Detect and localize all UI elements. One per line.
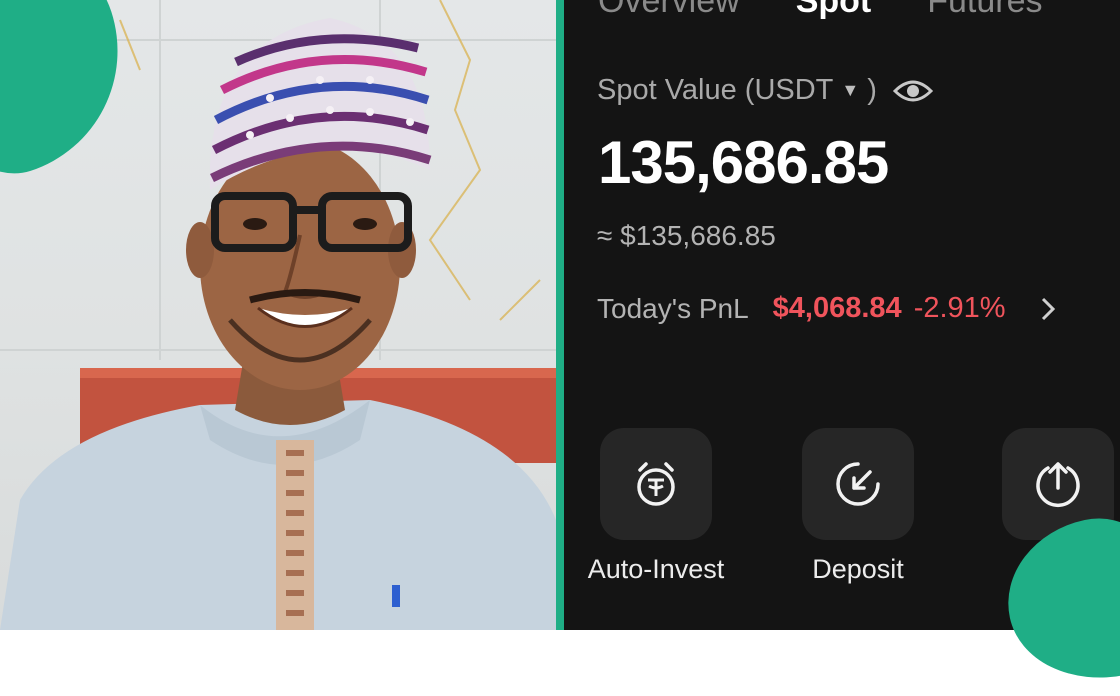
- panel-divider: [556, 0, 564, 630]
- deposit-label: Deposit: [812, 554, 904, 584]
- spot-balance-value: 135,686.85: [598, 129, 889, 196]
- pnl-label: Today's PnL: [597, 292, 749, 324]
- pnl-amount: $4,068.84: [772, 292, 902, 324]
- wallet-screen: Overview Spot Futures Spot Value (USDT ▼…: [564, 0, 1120, 630]
- tab-overview[interactable]: Overview: [598, 0, 740, 22]
- deposit-icon-tile[interactable]: [802, 428, 914, 540]
- auto-invest-button[interactable]: Auto-Invest: [566, 428, 746, 585]
- spot-value-close-paren: ): [867, 74, 877, 106]
- auto-invest-label: Auto-Invest: [587, 554, 725, 584]
- spot-value-text: Spot Value (USDT: [597, 74, 834, 106]
- eye-icon[interactable]: [892, 77, 933, 105]
- tab-futures[interactable]: Futures: [927, 0, 1042, 22]
- todays-pnl-row[interactable]: Today's PnL $4,068.84 -2.91%: [597, 292, 1058, 325]
- deposit-button[interactable]: Deposit: [768, 428, 948, 585]
- wallet-tabs: Overview Spot Futures: [598, 0, 1043, 22]
- tab-spot[interactable]: Spot: [796, 0, 872, 22]
- currency-dropdown-caret-icon[interactable]: ▼: [841, 80, 859, 101]
- chevron-right-icon[interactable]: [1038, 295, 1058, 323]
- deposit-arrow-icon: [836, 462, 880, 506]
- withdraw-arrow-icon: [1036, 462, 1080, 507]
- auto-invest-icon-tile[interactable]: [600, 428, 712, 540]
- alarm-tether-icon: [637, 462, 675, 506]
- pnl-percent: -2.91%: [913, 292, 1006, 324]
- spot-balance-usd: ≈ $135,686.85: [597, 220, 776, 251]
- spot-value-label: Spot Value (USDT ▼ ): [597, 74, 933, 107]
